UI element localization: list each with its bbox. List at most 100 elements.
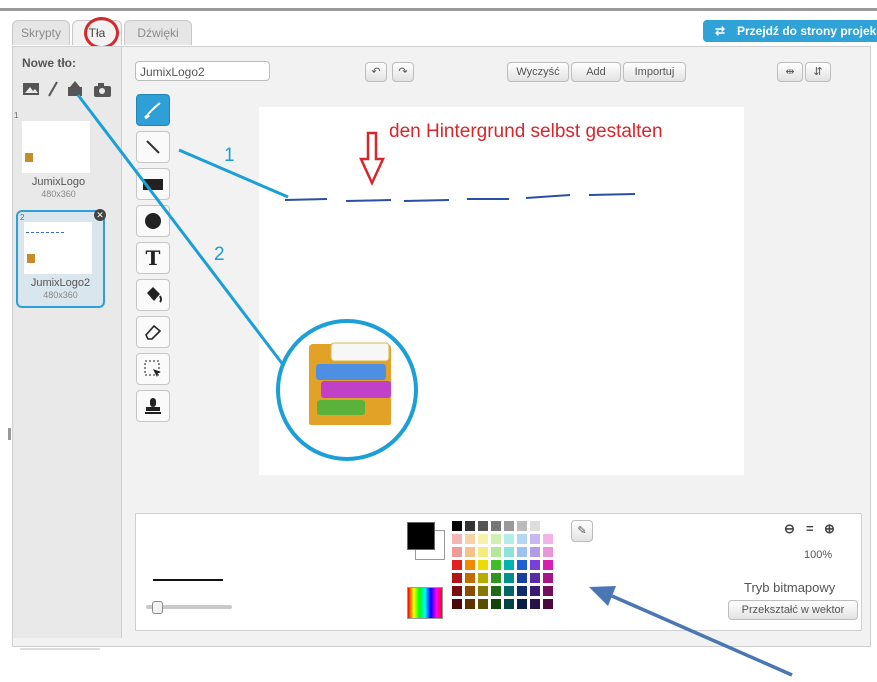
- color-swatch[interactable]: [465, 586, 475, 596]
- stamp-tool[interactable]: [136, 390, 170, 422]
- camera-icon[interactable]: [94, 83, 111, 97]
- sync-icon: ⇄: [714, 24, 726, 38]
- color-swatch[interactable]: [530, 534, 540, 544]
- flip-vertical-button[interactable]: ⇵: [805, 62, 831, 82]
- color-swatch[interactable]: [491, 599, 501, 609]
- ellipse-tool[interactable]: [136, 205, 170, 237]
- color-swatch[interactable]: [530, 560, 540, 570]
- panel-resize-handle[interactable]: [8, 428, 11, 440]
- color-swatch[interactable]: [465, 599, 475, 609]
- text-tool[interactable]: T: [136, 242, 170, 274]
- color-swatch[interactable]: [478, 599, 488, 609]
- color-swatch[interactable]: [543, 547, 553, 557]
- backdrop-item-selected[interactable]: 2 ✕ JumixLogo2 480x360: [16, 209, 106, 308]
- color-swatch[interactable]: [517, 586, 527, 596]
- add-button[interactable]: Add: [571, 62, 621, 82]
- color-swatch[interactable]: [504, 534, 514, 544]
- color-swatch[interactable]: [504, 521, 514, 531]
- backdrop-name-field[interactable]: JumixLogo2: [135, 61, 270, 81]
- color-swatch[interactable]: [543, 586, 553, 596]
- color-swatch[interactable]: [517, 521, 527, 531]
- color-swatch[interactable]: [478, 521, 488, 531]
- delete-icon[interactable]: ✕: [94, 209, 106, 221]
- color-swatch[interactable]: [478, 534, 488, 544]
- color-swatch[interactable]: [452, 521, 462, 531]
- paint-icon[interactable]: [48, 81, 58, 97]
- color-swatch[interactable]: [517, 573, 527, 583]
- upload-icon[interactable]: [68, 81, 82, 96]
- color-swatch[interactable]: [452, 573, 462, 583]
- color-swatch[interactable]: [543, 599, 553, 609]
- color-swatch[interactable]: [465, 573, 475, 583]
- project-page-button[interactable]: ⇄ Przejdź do strony projek: [703, 20, 877, 42]
- color-swatch[interactable]: [543, 560, 553, 570]
- color-swatch[interactable]: [465, 547, 475, 557]
- color-swatch[interactable]: [478, 547, 488, 557]
- brush-size-handle[interactable]: [152, 601, 163, 614]
- color-swatch[interactable]: [517, 560, 527, 570]
- drawing-canvas[interactable]: den Hintergrund selbst gestalten: [259, 107, 744, 475]
- color-swatch[interactable]: [504, 599, 514, 609]
- line-tool[interactable]: [136, 131, 170, 163]
- convert-to-vector-button[interactable]: Przekształć w wektor: [728, 600, 858, 620]
- library-icon[interactable]: [23, 83, 39, 95]
- color-swatch[interactable]: [517, 534, 527, 544]
- color-swatch[interactable]: [543, 573, 553, 583]
- select-tool[interactable]: [136, 353, 170, 385]
- color-swatch[interactable]: [452, 560, 462, 570]
- color-swatch[interactable]: [543, 521, 553, 531]
- fill-tool[interactable]: [136, 279, 170, 311]
- eyedropper-button[interactable]: ✎: [571, 520, 593, 542]
- primary-color-swatch[interactable]: [407, 522, 435, 550]
- eraser-tool[interactable]: [136, 316, 170, 348]
- tab-scripts[interactable]: Skrypty: [12, 20, 70, 45]
- new-backdrop-tools: [22, 80, 120, 98]
- color-swatch[interactable]: [530, 573, 540, 583]
- color-swatch[interactable]: [491, 547, 501, 557]
- color-swatch[interactable]: [530, 599, 540, 609]
- color-swatch[interactable]: [504, 586, 514, 596]
- color-swatch[interactable]: [478, 573, 488, 583]
- color-swatch[interactable]: [452, 534, 462, 544]
- color-swatch[interactable]: [504, 560, 514, 570]
- color-swatch[interactable]: [465, 534, 475, 544]
- import-button[interactable]: Importuj: [623, 62, 686, 82]
- color-swatch[interactable]: [465, 521, 475, 531]
- color-swatch[interactable]: [491, 560, 501, 570]
- zoom-reset-icon[interactable]: =: [806, 521, 814, 536]
- tab-sounds[interactable]: Dźwięki: [124, 20, 192, 45]
- rectangle-icon: [143, 179, 163, 190]
- brush-icon: [144, 102, 161, 120]
- color-picker-gradient[interactable]: [407, 587, 443, 619]
- ellipse-icon: [145, 213, 161, 229]
- color-swatch[interactable]: [530, 586, 540, 596]
- color-swatch[interactable]: [478, 586, 488, 596]
- color-swatch[interactable]: [465, 560, 475, 570]
- color-swatch[interactable]: [543, 534, 553, 544]
- color-swatch[interactable]: [452, 599, 462, 609]
- color-swatch[interactable]: [491, 573, 501, 583]
- color-swatch[interactable]: [517, 599, 527, 609]
- zoom-out-icon[interactable]: ⊖: [784, 521, 795, 537]
- redo-button[interactable]: ↷: [392, 62, 414, 82]
- select-icon: [144, 360, 161, 377]
- flip-horizontal-button[interactable]: ⇹: [777, 62, 803, 82]
- redo-icon: ↷: [398, 66, 408, 78]
- color-swatch[interactable]: [452, 547, 462, 557]
- color-swatch[interactable]: [517, 547, 527, 557]
- color-swatch[interactable]: [491, 534, 501, 544]
- backdrop-item[interactable]: 1 JumixLogo 480x360: [14, 111, 101, 205]
- color-swatch[interactable]: [491, 521, 501, 531]
- color-swatch[interactable]: [504, 573, 514, 583]
- color-swatch[interactable]: [452, 586, 462, 596]
- color-swatch[interactable]: [491, 586, 501, 596]
- brush-tool[interactable]: [136, 94, 170, 126]
- clear-button[interactable]: Wyczyść: [507, 62, 569, 82]
- rectangle-tool[interactable]: [136, 168, 170, 200]
- color-swatch[interactable]: [530, 521, 540, 531]
- zoom-in-icon[interactable]: ⊕: [824, 521, 835, 537]
- color-swatch[interactable]: [478, 560, 488, 570]
- color-swatch[interactable]: [530, 547, 540, 557]
- undo-button[interactable]: ↶: [365, 62, 387, 82]
- color-swatch[interactable]: [504, 547, 514, 557]
